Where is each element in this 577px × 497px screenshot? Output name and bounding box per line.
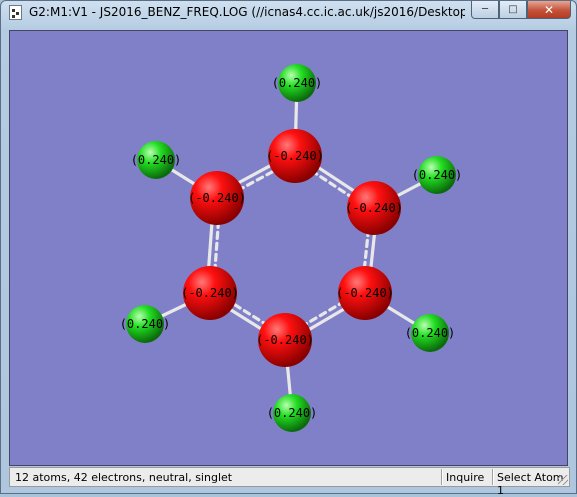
molecule-viewport[interactable]: (-0.240) (-0.240) (-0.240) (-0.240) (-0.240)… <box>9 30 568 466</box>
hydrogen-charge-label: (0.240) <box>120 317 171 331</box>
status-molecule-info: 12 atoms, 42 electrons, neutral, singlet <box>15 471 233 484</box>
resize-grip-icon[interactable] <box>558 475 568 485</box>
status-mode: Inquire <box>446 471 485 484</box>
hydrogen-charge-label: (0.240) <box>272 76 323 90</box>
title-bar[interactable]: G2:M1:V1 - JS2016_BENZ_FREQ.LOG (//icnas… <box>1 1 576 25</box>
close-button[interactable]: ✕ <box>527 1 571 19</box>
maximize-button[interactable]: □ <box>499 1 527 19</box>
carbon-charge-label: (-0.240) <box>188 191 246 205</box>
document-icon <box>9 5 22 20</box>
window-title: G2:M1:V1 - JS2016_BENZ_FREQ.LOG (//icnas… <box>29 5 465 19</box>
carbon-charge-label: (-0.240) <box>336 286 394 300</box>
carbon-charge-label: (-0.240) <box>256 333 314 347</box>
carbon-charge-label: (-0.240) <box>181 286 239 300</box>
minimize-icon: ─ <box>481 4 489 15</box>
hydrogen-charge-label: (0.240) <box>405 326 456 340</box>
minimize-button[interactable]: ─ <box>471 1 499 19</box>
status-bar: 12 atoms, 42 electrons, neutral, singlet… <box>9 467 570 497</box>
benzene-molecule-view[interactable]: (-0.240) (-0.240) (-0.240) (-0.240) (-0.240)… <box>10 31 567 465</box>
close-icon: ✕ <box>543 2 555 17</box>
carbon-charge-label: (-0.240) <box>345 201 403 215</box>
hydrogen-charge-label: (0.240) <box>412 168 463 182</box>
hydrogen-charge-label: (0.240) <box>267 406 318 420</box>
maximize-icon: □ <box>508 4 518 15</box>
application-window: G2:M1:V1 - JS2016_BENZ_FREQ.LOG (//icnas… <box>0 0 577 497</box>
carbon-charge-label: (-0.240) <box>266 149 324 163</box>
hydrogen-charge-label: (0.240) <box>131 153 182 167</box>
